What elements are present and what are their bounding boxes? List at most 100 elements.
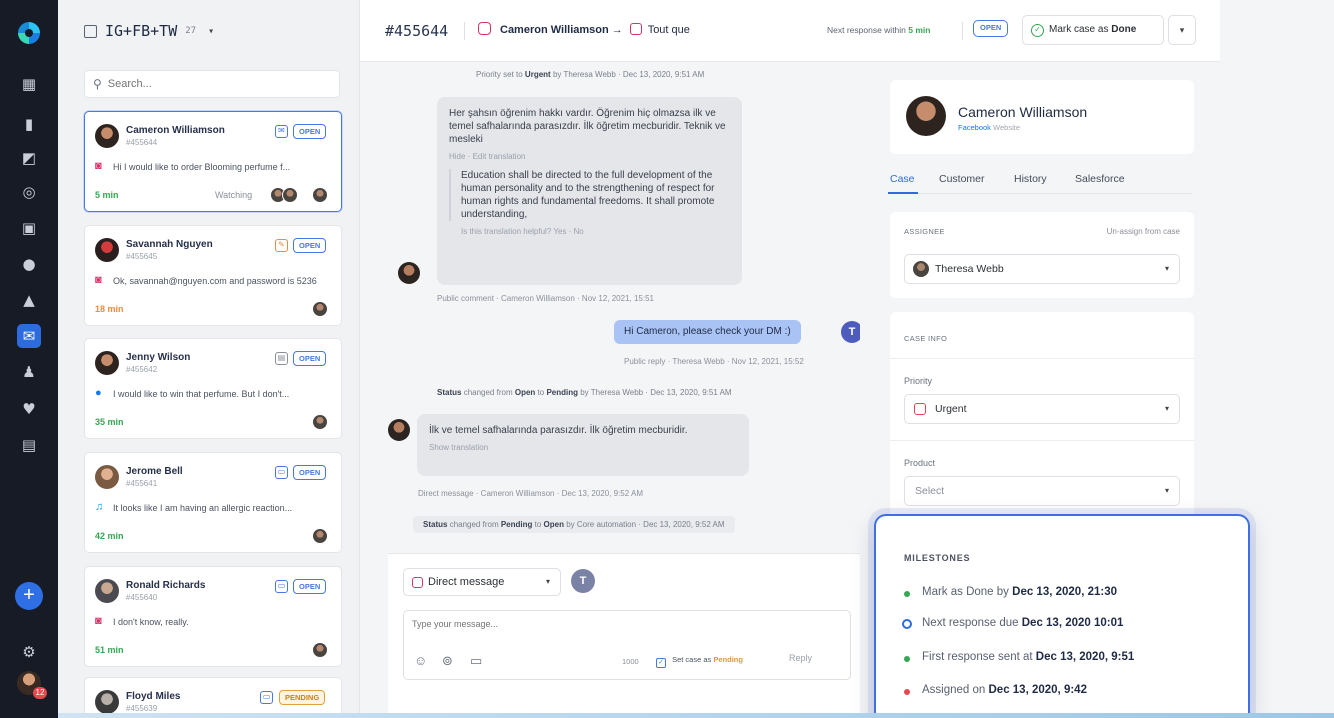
set-pending-checkbox[interactable]: ✓ Set case as Pending <box>656 655 743 668</box>
product-select[interactable]: Select ▾ <box>904 476 1180 506</box>
search-input[interactable] <box>107 78 328 90</box>
channel-select[interactable]: Direct message ▾ <box>403 568 561 596</box>
channel-select-value: Direct message <box>428 576 505 588</box>
tab-customer[interactable]: Customer <box>939 173 985 185</box>
search-box[interactable]: ⚲ <box>84 70 340 98</box>
case-number: #455639 <box>126 704 158 713</box>
milestone-item: Mark as Done by Dec 13, 2020, 21:30 <box>922 586 1117 598</box>
case-id: #455644 <box>385 22 449 40</box>
like-icon[interactable]: ♥ <box>17 397 41 421</box>
unassign-link[interactable]: Un-assign from case <box>1107 227 1180 236</box>
alerts-icon[interactable]: ◎ <box>17 180 41 204</box>
avatar <box>95 351 119 375</box>
contact-source-channel: Facebook <box>958 123 991 132</box>
divider <box>464 22 465 40</box>
conversation-card[interactable]: Jerome Bell #455641 ▭ OPEN ♫ It looks li… <box>84 452 342 553</box>
inbox-selector[interactable]: IG+FB+TW 27 ▾ <box>84 22 214 40</box>
team-icon[interactable]: ♟ <box>17 360 41 384</box>
reports-icon[interactable]: ◩ <box>17 146 41 170</box>
case-number: #455644 <box>126 138 158 147</box>
page-name[interactable]: Tout que <box>648 24 690 36</box>
milestone-dot-icon <box>904 656 910 662</box>
template-icon[interactable]: ▭ <box>470 653 482 669</box>
instagram-icon <box>478 22 491 35</box>
milestone-text: First response sent at <box>922 651 1033 663</box>
conversation-list-panel: IG+FB+TW 27 ▾ ⚲ Cameron Williamson #45564… <box>58 0 360 718</box>
chevron-down-icon: ▾ <box>1164 264 1169 273</box>
divider <box>890 358 1194 359</box>
conversation-card[interactable]: Jenny Wilson #455642 ▤ OPEN ● I would li… <box>84 338 342 439</box>
assignee-avatar <box>312 528 328 544</box>
contact-source: Facebook Website <box>958 123 1020 132</box>
message-input[interactable] <box>412 619 842 639</box>
brand-logo-icon[interactable] <box>18 22 40 44</box>
milestone-dot-icon <box>904 689 910 695</box>
gear-icon[interactable]: ⚙ <box>17 640 41 664</box>
network-icon[interactable]: ▲ <box>17 288 41 312</box>
customer-name: Jenny Wilson <box>126 352 191 363</box>
attachment-icon[interactable]: ⊚ <box>442 653 453 669</box>
contact-card: Cameron Williamson Facebook Website <box>890 80 1194 154</box>
conversation-card[interactable]: Cameron Williamson #455644 ✉ OPEN ◙ Hi I… <box>84 111 342 212</box>
milestones-popup: MILESTONES Mark as Done by Dec 13, 2020,… <box>874 514 1250 718</box>
tab-case[interactable]: Case <box>890 173 915 185</box>
translation-feedback[interactable]: Is this translation helpful? Yes · No <box>449 225 730 238</box>
message-type-icon: ▭ <box>260 691 273 704</box>
message-meta: Public reply · Theresa Webb · Nov 12, 20… <box>624 357 804 366</box>
milestone-ring-icon <box>902 619 912 629</box>
system-event: Status changed from Open to Pending by T… <box>437 388 732 397</box>
conversation-card[interactable]: Ronald Richards #455640 ▭ OPEN ◙ I don't… <box>84 566 342 667</box>
emoji-icon[interactable]: ☺ <box>414 653 427 668</box>
analytics-icon[interactable]: ▮ <box>17 112 41 136</box>
reply-composer: Direct message ▾ T ☺ ⊚ ▭ 1000 ✓ Set case… <box>388 553 860 718</box>
message-type-icon: ✎ <box>275 239 288 252</box>
case-info-label: CASE INFO <box>904 334 948 343</box>
priority-select[interactable]: Urgent ▾ <box>904 394 1180 424</box>
direct-message-icon <box>412 577 423 588</box>
message-preview: It looks like I am having an allergic re… <box>113 503 293 513</box>
twitter-icon: ♫ <box>95 501 104 513</box>
case-number: #455640 <box>126 593 158 602</box>
chevron-down-icon: ▾ <box>208 25 215 37</box>
customer-name[interactable]: Cameron Williamson <box>500 24 609 36</box>
message-meta: Direct message · Cameron Williamson · De… <box>418 489 643 498</box>
translation-links[interactable]: Hide · Edit translation <box>449 150 730 163</box>
product-label: Product <box>904 458 936 468</box>
contact-name[interactable]: Cameron Williamson <box>958 104 1087 120</box>
assignee-value: Theresa Webb <box>935 263 1004 275</box>
tab-history[interactable]: History <box>1014 173 1047 185</box>
chevron-down-icon: ▾ <box>545 577 550 586</box>
case-number: #455642 <box>126 365 158 374</box>
cart-icon[interactable]: ▤ <box>17 433 41 457</box>
settings-ring-icon[interactable]: ● <box>17 252 41 276</box>
assignee-avatar <box>312 642 328 658</box>
instagram-icon <box>629 23 642 35</box>
assignee-avatar <box>312 187 328 203</box>
message-meta: Public comment · Cameron Williamson · No… <box>437 294 654 303</box>
system-event: Status changed from Pending to Open by C… <box>413 516 735 533</box>
case-info-section: CASE INFO Priority Urgent ▾ Product Sele… <box>890 312 1194 522</box>
add-button[interactable]: + <box>15 582 43 610</box>
tab-salesforce[interactable]: Salesforce <box>1075 173 1125 185</box>
inbox-icon <box>84 24 97 38</box>
system-event-text: Priority set to <box>476 70 523 79</box>
dashboard-icon[interactable]: ▦ <box>17 72 41 96</box>
inbox-icon[interactable]: ✉ <box>17 324 41 348</box>
system-event-value: Open <box>543 520 564 529</box>
calendar-icon[interactable]: ▣ <box>17 216 41 240</box>
conversation-card[interactable]: Savannah Nguyen #455645 ✎ OPEN ◙ Ok, sav… <box>84 225 342 326</box>
show-translation-link[interactable]: Show translation <box>429 441 737 454</box>
assignee-section: ASSIGNEE Un-assign from case Theresa Web… <box>890 212 1194 298</box>
system-event-meta: by Theresa Webb · Dec 13, 2020, 9:51 AM <box>552 70 705 79</box>
conversation-card[interactable]: Floyd Miles #455639 ▭ PENDING <box>84 677 342 718</box>
assignee-select[interactable]: Theresa Webb ▾ <box>904 254 1180 284</box>
reply-button[interactable]: Reply <box>789 653 812 663</box>
instagram-icon: ◙ <box>95 615 102 627</box>
system-event-text: to <box>534 520 542 529</box>
product-value: Select <box>915 485 945 497</box>
message-type-icon: ▭ <box>275 580 288 593</box>
watcher-avatar <box>282 187 298 203</box>
assignee-avatar <box>913 261 929 277</box>
milestone-item: Assigned on Dec 13, 2020, 9:42 <box>922 684 1087 696</box>
agent-avatar[interactable]: T <box>571 569 595 593</box>
